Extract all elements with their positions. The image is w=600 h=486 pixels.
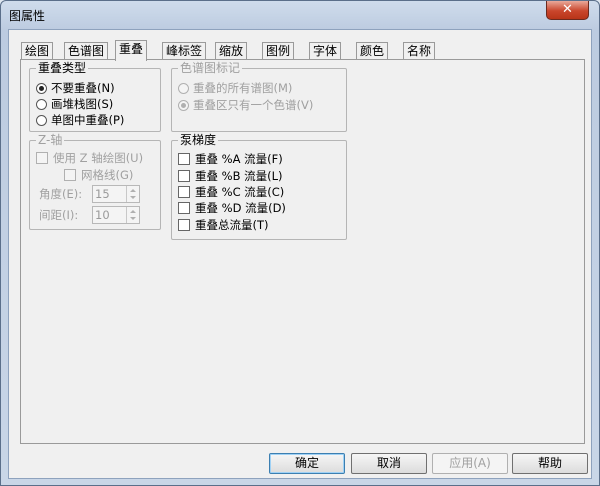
radio-single-plot-overlay[interactable]: 单图中重叠(P) bbox=[36, 112, 124, 128]
radio-no-overlay[interactable]: 不要重叠(N) bbox=[36, 80, 115, 96]
close-button[interactable]: ✕ bbox=[546, 1, 589, 20]
overlay-a-flow-checkbox[interactable]: 重叠 %A 流量(F) bbox=[178, 151, 283, 167]
overlay-tab-panel: 重叠类型 不要重叠(N) 画堆栈图(S) 单图中重叠(P) 色谱图标记 重叠的所… bbox=[20, 59, 585, 444]
checkbox-icon bbox=[64, 169, 76, 181]
checkbox-icon bbox=[178, 219, 190, 231]
checkbox-icon bbox=[178, 186, 190, 198]
tab-label: 重叠 bbox=[119, 42, 144, 56]
z-axis-group: Z-轴 使用 Z 轴绘图(U) 网格线(G) 角度(E): 15 间距(I): … bbox=[29, 133, 161, 230]
spinner-arrows[interactable] bbox=[126, 186, 139, 202]
tab-overlay[interactable]: 重叠 bbox=[115, 40, 148, 61]
overlay-type-title: 重叠类型 bbox=[36, 61, 89, 75]
dialog-client: 绘图 色谱图 重叠 峰标签 缩放 图例 字体 颜色 名称 重叠类型 不要重叠(N… bbox=[8, 29, 592, 479]
radio-icon bbox=[178, 83, 189, 94]
z-axis-title: Z-轴 bbox=[36, 133, 65, 147]
tab-name[interactable]: 名称 bbox=[403, 42, 436, 60]
radio-label: 画堆栈图(S) bbox=[51, 97, 114, 111]
spin-up-icon bbox=[130, 210, 136, 213]
use-z-axis-checkbox[interactable]: 使用 Z 轴绘图(U) bbox=[36, 150, 143, 166]
ok-button[interactable]: 确定 bbox=[269, 453, 345, 474]
overlay-b-flow-checkbox[interactable]: 重叠 %B 流量(L) bbox=[178, 168, 283, 184]
tab-label: 峰标签 bbox=[166, 44, 203, 58]
radio-label-single[interactable]: 重叠区只有一个色谱(V) bbox=[178, 97, 313, 113]
cancel-button[interactable]: 取消 bbox=[351, 453, 427, 474]
tab-font[interactable]: 字体 bbox=[309, 42, 342, 60]
radio-label-all[interactable]: 重叠的所有谱图(M) bbox=[178, 80, 292, 96]
chrom-label-title: 色谱图标记 bbox=[178, 61, 243, 75]
checkbox-label: 重叠 %D 流量(D) bbox=[195, 201, 286, 215]
radio-selected-icon bbox=[178, 100, 189, 111]
help-button[interactable]: 帮助 bbox=[512, 453, 588, 474]
pump-gradient-group: 泵梯度 重叠 %A 流量(F) 重叠 %B 流量(L) 重叠 %C 流量(C) … bbox=[171, 133, 347, 240]
gridlines-checkbox[interactable]: 网格线(G) bbox=[64, 167, 133, 183]
radio-icon bbox=[36, 115, 47, 126]
radio-label: 不要重叠(N) bbox=[51, 81, 115, 95]
spin-down-icon bbox=[130, 217, 136, 220]
checkbox-label: 重叠 %C 流量(C) bbox=[195, 185, 285, 199]
spinner-arrows[interactable] bbox=[126, 207, 139, 223]
tab-legend[interactable]: 图例 bbox=[262, 42, 295, 60]
pump-gradient-title: 泵梯度 bbox=[178, 133, 219, 147]
tab-label: 字体 bbox=[313, 44, 338, 58]
angle-label: 角度(E): bbox=[39, 187, 83, 201]
tab-color[interactable]: 颜色 bbox=[356, 42, 389, 60]
overlay-c-flow-checkbox[interactable]: 重叠 %C 流量(C) bbox=[178, 184, 284, 200]
checkbox-label: 重叠总流量(T) bbox=[195, 218, 269, 232]
angle-value: 15 bbox=[95, 187, 110, 201]
checkbox-icon bbox=[36, 152, 48, 164]
tab-label: 图例 bbox=[266, 44, 291, 58]
radio-selected-icon bbox=[36, 83, 47, 94]
checkbox-label: 网格线(G) bbox=[81, 168, 134, 182]
overlay-type-group: 重叠类型 不要重叠(N) 画堆栈图(S) 单图中重叠(P) bbox=[29, 61, 161, 132]
tab-peak-labels[interactable]: 峰标签 bbox=[162, 42, 207, 60]
spacing-spinner[interactable]: 10 bbox=[92, 206, 140, 224]
tab-chromatogram[interactable]: 色谱图 bbox=[64, 42, 109, 60]
tab-plot[interactable]: 绘图 bbox=[21, 42, 54, 60]
checkbox-icon bbox=[178, 202, 190, 214]
radio-icon bbox=[36, 99, 47, 110]
spacing-value: 10 bbox=[95, 208, 110, 222]
spin-up-icon bbox=[130, 189, 136, 192]
checkbox-label: 重叠 %A 流量(F) bbox=[195, 152, 283, 166]
spin-down-icon bbox=[130, 196, 136, 199]
radio-stacked[interactable]: 画堆栈图(S) bbox=[36, 96, 113, 112]
tab-scaling[interactable]: 缩放 bbox=[215, 42, 248, 60]
radio-label: 单图中重叠(P) bbox=[51, 113, 125, 127]
spacing-label: 间距(I): bbox=[39, 208, 79, 222]
tab-label: 绘图 bbox=[25, 44, 50, 58]
checkbox-icon bbox=[178, 170, 190, 182]
chrom-label-group: 色谱图标记 重叠的所有谱图(M) 重叠区只有一个色谱(V) bbox=[171, 61, 347, 132]
close-icon: ✕ bbox=[562, 2, 573, 17]
tab-label: 颜色 bbox=[360, 44, 385, 58]
tab-label: 色谱图 bbox=[68, 44, 105, 58]
overlay-total-flow-checkbox[interactable]: 重叠总流量(T) bbox=[178, 217, 269, 233]
tab-label: 缩放 bbox=[219, 44, 244, 58]
checkbox-label: 使用 Z 轴绘图(U) bbox=[53, 151, 144, 165]
overlay-d-flow-checkbox[interactable]: 重叠 %D 流量(D) bbox=[178, 200, 286, 216]
radio-label: 重叠区只有一个色谱(V) bbox=[193, 98, 314, 112]
radio-label: 重叠的所有谱图(M) bbox=[193, 81, 293, 95]
tab-label: 名称 bbox=[407, 44, 432, 58]
apply-button[interactable]: 应用(A) bbox=[432, 453, 508, 474]
window-title: 图属性 bbox=[9, 9, 46, 23]
checkbox-label: 重叠 %B 流量(L) bbox=[195, 169, 283, 183]
angle-spinner[interactable]: 15 bbox=[92, 185, 140, 203]
checkbox-icon bbox=[178, 153, 190, 165]
dialog-window: 图属性 ✕ 绘图 色谱图 重叠 峰标签 缩放 图例 字体 颜色 名称 重叠类型 … bbox=[0, 0, 600, 486]
